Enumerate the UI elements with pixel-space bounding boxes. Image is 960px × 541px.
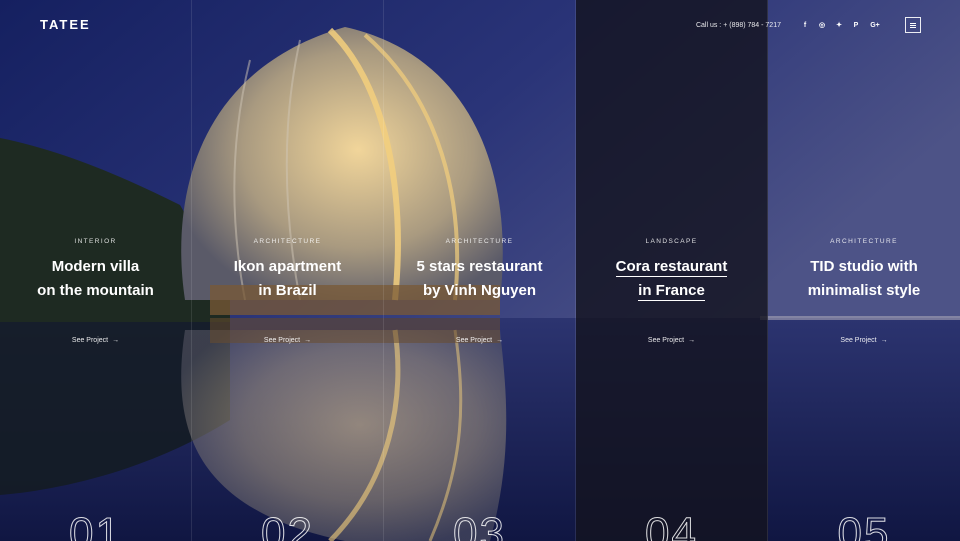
arrow-right-icon: → [496,337,504,344]
arrow-right-icon: → [688,337,696,344]
project-info: ARCHITECTURE 5 stars restaurant by Vinh … [384,238,575,303]
see-project-label: See Project [71,337,109,344]
project-number: 05 [837,509,891,541]
project-title-line-1: Modern villa [51,258,140,275]
see-project-label: See Project [840,337,877,344]
see-project-link[interactable]: See Project → [384,337,575,344]
see-project-link[interactable]: See Project → [576,337,767,344]
project-category: ARCHITECTURE [445,238,514,245]
project-title[interactable]: TID studio with minimalist style [768,255,960,303]
see-project-link[interactable]: See Project → [192,337,383,344]
project-title-line-1: Cora restaurant [615,258,728,277]
project-column-4-active[interactable]: LANDSCAPE Cora restaurant in France See … [576,0,768,541]
facebook-icon[interactable]: f [801,22,809,29]
project-info: LANDSCAPE Cora restaurant in France [576,238,767,303]
arrow-right-icon: → [112,337,120,344]
project-columns: INTERIOR Modern villa on the mountain Se… [0,0,960,541]
see-project-link[interactable]: See Project → [768,337,960,344]
project-category: INTERIOR [74,238,117,245]
project-title[interactable]: 5 stars restaurant by Vinh Nguyen [384,255,575,303]
project-title-line-2: by Vinh Nguyen [422,282,537,299]
project-number: 03 [453,509,506,541]
project-title[interactable]: Cora restaurant in France [576,255,767,303]
project-title-line-2: in Brazil [258,282,317,299]
arrow-right-icon: → [880,337,888,344]
project-column-5[interactable]: ARCHITECTURE TID studio with minimalist … [768,0,960,541]
arrow-right-icon: → [304,337,312,344]
project-title-line-2: in France [638,282,705,301]
header-right: Call us : + (898) 784 - 7217 f ◎ ✦ P G+ [696,17,921,33]
social-links: f ◎ ✦ P G+ [801,21,881,30]
site-logo[interactable]: TATEE [40,17,91,32]
see-project-label: See Project [263,337,301,344]
project-category: ARCHITECTURE [253,238,322,245]
project-column-3[interactable]: ARCHITECTURE 5 stars restaurant by Vinh … [384,0,576,541]
project-info: ARCHITECTURE Ikon apartment in Brazil [192,238,383,303]
project-number: 01 [69,509,122,541]
project-info: ARCHITECTURE TID studio with minimalist … [768,238,960,303]
project-info: INTERIOR Modern villa on the mountain [0,238,191,303]
project-category: ARCHITECTURE [830,238,898,245]
contact-phone[interactable]: Call us : + (898) 784 - 7217 [696,22,781,29]
project-number: 02 [261,509,314,541]
project-category: LANDSCAPE [645,238,698,245]
pinterest-icon[interactable]: P [852,22,860,29]
project-title-line-1: Ikon apartment [233,258,342,275]
project-title-line-2: minimalist style [807,282,921,299]
project-title-line-1: 5 stars restaurant [416,258,543,275]
project-column-1[interactable]: INTERIOR Modern villa on the mountain Se… [0,0,192,541]
instagram-icon[interactable]: ◎ [818,21,826,29]
project-title-line-1: TID studio with [810,258,918,275]
project-column-2[interactable]: ARCHITECTURE Ikon apartment in Brazil Se… [192,0,384,541]
see-project-link[interactable]: See Project → [0,337,191,344]
hamburger-menu-icon [910,22,916,28]
google-plus-icon[interactable]: G+ [869,22,881,29]
project-number: 04 [645,509,698,541]
hamburger-menu-button[interactable] [905,17,921,33]
project-title-line-2: on the mountain [37,282,154,299]
project-title[interactable]: Ikon apartment in Brazil [192,255,383,303]
twitter-icon[interactable]: ✦ [835,21,843,29]
see-project-label: See Project [455,337,493,344]
see-project-label: See Project [647,337,685,344]
project-title[interactable]: Modern villa on the mountain [0,255,191,303]
